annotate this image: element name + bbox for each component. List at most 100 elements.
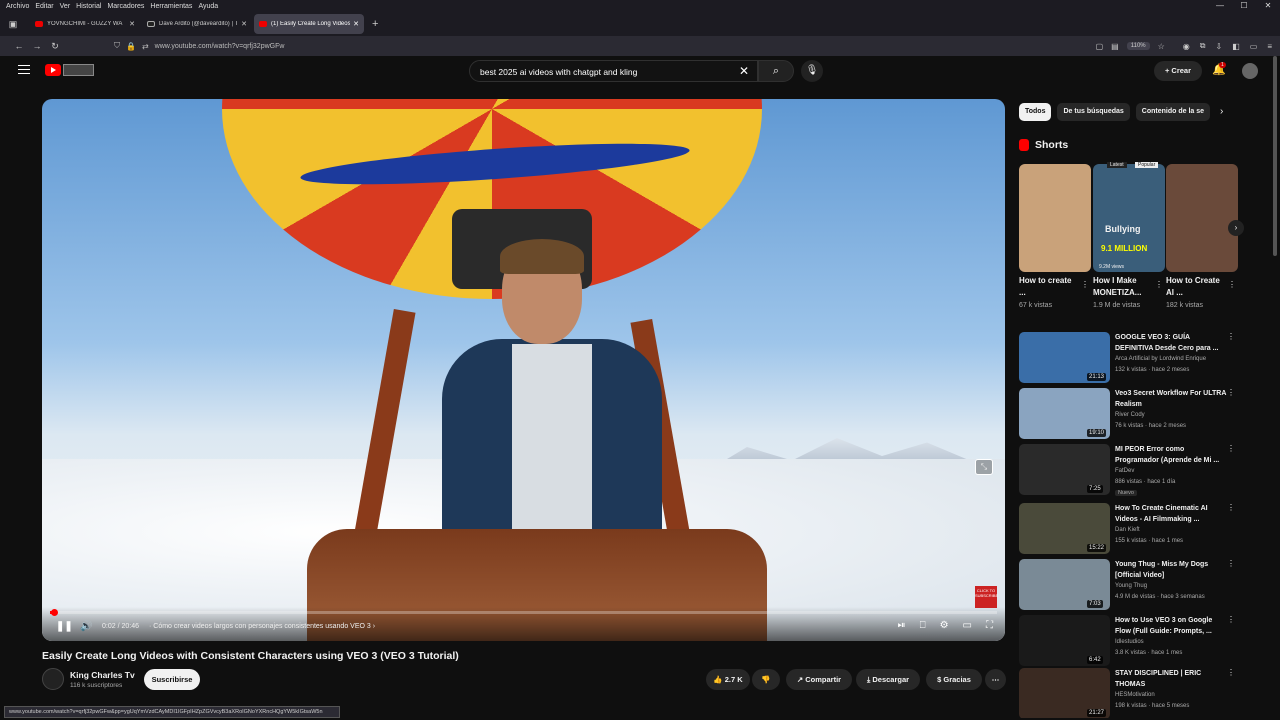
maximize-icon[interactable]: ☐ <box>1232 0 1256 12</box>
shorts-next-chevron-icon[interactable]: › <box>1228 220 1244 236</box>
close-icon[interactable]: ✕ <box>1256 0 1280 12</box>
url-bar[interactable]: ⛉ 🔒 ⇄ www.youtube.com/watch?v=qrfj32pwGF… <box>114 38 1088 54</box>
search-query[interactable]: best 2025 ai videos with chatgpt and kli… <box>480 67 637 77</box>
tab-close-icon[interactable]: ✕ <box>353 20 359 28</box>
more-options-icon[interactable]: ⋮ <box>1227 444 1235 453</box>
share-button[interactable]: ↗ Compartir <box>786 669 852 690</box>
more-actions-button[interactable]: ⋯ <box>985 669 1006 690</box>
recommended-video[interactable]: 15:22 How To Create Cinematic AI Videos … <box>1019 503 1239 557</box>
recommended-video[interactable]: 7:25 MI PEOR Error como Programador (Apr… <box>1019 444 1239 498</box>
autoplay-toggle-icon[interactable]: ⏯ <box>898 620 906 631</box>
video-player[interactable]: ⤡ CLICK TO SUBSCRIBE ❚❚ 🔊 0:02 / 20:46 ·… <box>42 99 1005 641</box>
browser-tab[interactable]: Dave Ardito (@daveardito) | Tik ✕ <box>142 14 252 34</box>
search-input[interactable]: best 2025 ai videos with chatgpt and kli… <box>469 60 758 82</box>
zoom-level[interactable]: 110% <box>1126 42 1150 50</box>
more-options-icon[interactable]: ⋮ <box>1227 615 1235 624</box>
download-button[interactable]: ⤓ Descargar <box>856 669 920 690</box>
account-icon[interactable]: ◉ <box>1183 42 1190 51</box>
video-title[interactable]: MI PEOR Error como Programador (Aprende … <box>1115 444 1227 466</box>
pause-icon[interactable]: ❚❚ <box>56 621 73 632</box>
more-options-icon[interactable]: ⋮ <box>1081 280 1089 289</box>
dislike-button[interactable]: 👎 <box>752 669 780 690</box>
menu-archivo[interactable]: Archivo <box>6 3 29 10</box>
extensions-icon[interactable]: ⧉ <box>1200 41 1206 51</box>
short-thumbnail[interactable] <box>1166 164 1238 272</box>
theater-mode-icon[interactable]: ▭ <box>963 620 972 631</box>
menu-editar[interactable]: Editar <box>35 3 53 10</box>
url-text[interactable]: www.youtube.com/watch?v=qrfj32pwGFw <box>155 43 285 50</box>
channel-name[interactable]: Dan Kieft <box>1115 527 1140 533</box>
fullscreen-icon[interactable]: ⛶ <box>986 620 993 631</box>
tab-list-icon[interactable]: ▣ <box>6 17 20 31</box>
bookmark-star-icon[interactable]: ☆ <box>1158 42 1165 51</box>
channel-name[interactable]: Arca Artificial by Lordwind Enrique <box>1115 356 1206 362</box>
video-title[interactable]: How to Use VEO 3 on Google Flow (Full Gu… <box>1115 615 1227 637</box>
progress-bar[interactable] <box>50 609 997 616</box>
channel-name[interactable]: Young Thug <box>1115 583 1147 589</box>
recommended-video[interactable]: 19:10 Veo3 Secret Workflow For ULTRA Rea… <box>1019 388 1239 442</box>
more-options-icon[interactable]: ⋮ <box>1227 668 1235 677</box>
hamburger-menu-icon[interactable] <box>18 65 30 74</box>
youtube-wordmark[interactable] <box>63 64 94 76</box>
short-title[interactable]: How I Make MONETIZA... <box>1093 275 1151 299</box>
new-tab-icon[interactable]: + <box>372 18 378 30</box>
chip-related[interactable]: Contenido de la se <box>1135 103 1211 121</box>
recommended-video[interactable]: 7:03 Young Thug - Miss My Dogs [Official… <box>1019 559 1239 613</box>
shield-icon[interactable]: ⛉ <box>114 41 120 51</box>
tab-close-icon[interactable]: ✕ <box>241 20 247 28</box>
short-item[interactable]: How to create ... 67 k vistas ⋮ <box>1019 164 1091 309</box>
chip-from-searches[interactable]: De tus búsquedas <box>1057 103 1130 121</box>
search-button[interactable]: ⌕ <box>758 60 794 82</box>
minimize-icon[interactable]: — <box>1208 0 1232 12</box>
scrubber-handle[interactable] <box>50 609 58 616</box>
chip-all[interactable]: Todos <box>1019 103 1052 121</box>
volume-icon[interactable]: 🔊 <box>80 621 92 632</box>
subtitles-icon[interactable]: ⎕ <box>920 620 926 631</box>
subscribe-button[interactable]: Suscribirse <box>144 669 200 690</box>
recommended-video[interactable]: 21:13 GOOGLE VEO 3: GUÍA DEFINITIVA Desd… <box>1019 332 1239 386</box>
back-icon[interactable]: ← <box>10 41 28 51</box>
short-title[interactable]: How to create ... <box>1019 275 1077 299</box>
channel-name[interactable]: HESMotivation <box>1115 692 1155 698</box>
picture-icon[interactable]: ▢ <box>1096 42 1104 51</box>
browser-tab[interactable]: YOVNGCHIMI - GUZZY WA ✕ <box>30 14 140 34</box>
channel-name[interactable]: King Charles Tv <box>70 670 135 680</box>
menu-ayuda[interactable]: Ayuda <box>198 3 218 10</box>
more-options-icon[interactable]: ⋮ <box>1227 388 1235 397</box>
channel-name[interactable]: River Cody <box>1115 412 1145 418</box>
channel-name[interactable]: Idlestudios <box>1115 639 1144 645</box>
channel-avatar[interactable] <box>42 668 64 690</box>
short-thumbnail[interactable] <box>1019 164 1091 272</box>
youtube-logo-icon[interactable] <box>45 64 61 76</box>
short-thumbnail[interactable]: Latest Popular Bullying 9.1 MILLION 9.2M… <box>1093 162 1165 272</box>
settings-gear-icon[interactable]: ⚙ <box>940 620 949 631</box>
more-options-icon[interactable]: ⋮ <box>1227 503 1235 512</box>
permissions-icon[interactable]: ⇄ <box>142 42 149 51</box>
short-item[interactable]: Latest Popular Bullying 9.1 MILLION 9.2M… <box>1093 162 1165 309</box>
page-scrollbar[interactable] <box>1273 56 1277 256</box>
more-options-icon[interactable]: ⋮ <box>1227 559 1235 568</box>
video-title[interactable]: Young Thug - Miss My Dogs [Official Vide… <box>1115 559 1227 581</box>
chapter-title[interactable]: · Cómo crear videos largos con personaje… <box>149 623 375 630</box>
like-button[interactable]: 👍 2.7 K <box>706 669 750 690</box>
reload-icon[interactable]: ↻ <box>46 41 64 52</box>
menu-icon[interactable]: ≡ <box>1267 42 1272 51</box>
video-title[interactable]: STAY DISCIPLINED | ERIC THOMAS <box>1115 668 1227 690</box>
more-options-icon[interactable]: ⋮ <box>1228 280 1236 289</box>
downloads-icon[interactable]: ⇩ <box>1216 42 1223 51</box>
more-options-icon[interactable]: ⋮ <box>1155 280 1163 289</box>
chevron-right-icon[interactable]: › <box>1220 106 1223 117</box>
menu-herramientas[interactable]: Herramientas <box>150 3 192 10</box>
video-title[interactable]: How To Create Cinematic AI Videos - AI F… <box>1115 503 1227 525</box>
subscribe-watermark[interactable]: CLICK TO SUBSCRIBE <box>975 586 998 608</box>
tab-close-icon[interactable]: ✕ <box>129 20 135 28</box>
short-item[interactable]: How to Create AI ... 182 k vistas ⋮ <box>1166 164 1238 309</box>
video-title[interactable]: Veo3 Secret Workflow For ULTRA Realism <box>1115 388 1227 410</box>
extension-icon[interactable]: ◧ <box>1232 42 1240 51</box>
video-title[interactable]: GOOGLE VEO 3: GUÍA DEFINITIVA Desde Cero… <box>1115 332 1227 354</box>
thanks-button[interactable]: $ Gracias <box>926 669 982 690</box>
reader-icon[interactable]: ▤ <box>1111 42 1119 51</box>
miniplayer-icon[interactable]: ⤡ <box>975 459 993 475</box>
menu-ver[interactable]: Ver <box>60 3 71 10</box>
menu-marcadores[interactable]: Marcadores <box>107 3 144 10</box>
